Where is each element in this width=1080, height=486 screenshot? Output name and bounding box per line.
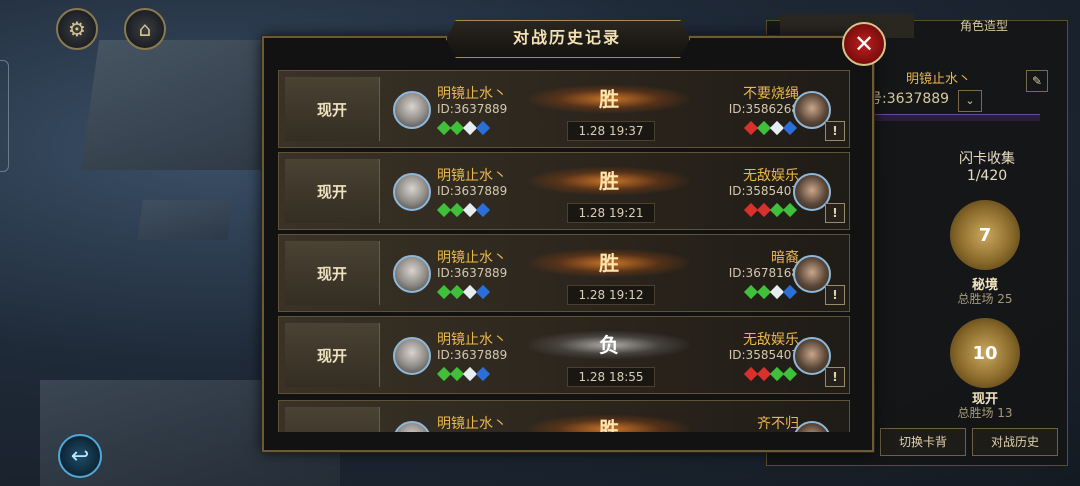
match-time: 1.28 18:55 bbox=[567, 367, 655, 387]
player-id: ID:3637889 bbox=[437, 184, 508, 198]
player-avatar[interactable] bbox=[393, 173, 431, 211]
live-open-badge[interactable]: 10 bbox=[950, 318, 1020, 388]
opponent-name: 无敌娱乐 bbox=[743, 332, 799, 348]
switch-card-back-button[interactable]: 切换卡背 bbox=[880, 428, 966, 456]
close-button[interactable]: ✕ bbox=[842, 22, 886, 66]
close-icon: ✕ bbox=[853, 30, 875, 58]
element-gem bbox=[782, 120, 798, 136]
element-gem bbox=[475, 202, 491, 218]
profile-progress-bar bbox=[870, 114, 1040, 121]
opponent-name: 不要烧绳 bbox=[743, 86, 799, 102]
opponent-element-gems bbox=[743, 366, 798, 382]
match-mode-label: 现开 bbox=[285, 159, 380, 223]
player-id: ID:3637889 bbox=[437, 266, 508, 280]
back-button[interactable]: ↩ bbox=[58, 434, 102, 478]
player-id: ID:3637889 bbox=[437, 102, 508, 116]
player-name: 明镜止水丶 bbox=[437, 250, 507, 266]
player-element-gems bbox=[436, 366, 491, 382]
profile-player-name: 明镜止水丶 bbox=[906, 72, 972, 87]
report-icon[interactable]: ! bbox=[825, 121, 845, 141]
player-name: 明镜止水丶 bbox=[437, 168, 507, 184]
dialog-title: 对战历史记录 bbox=[512, 28, 621, 47]
match-history-button[interactable]: 对战历史 bbox=[972, 428, 1058, 456]
edit-icon[interactable]: ✎ bbox=[1026, 70, 1048, 92]
opponent-id: ID:3586268 bbox=[728, 102, 799, 116]
home-button[interactable]: ⌂ bbox=[124, 8, 166, 50]
element-gem bbox=[782, 366, 798, 382]
match-result: 胜 bbox=[529, 85, 689, 113]
element-gem bbox=[475, 120, 491, 136]
flash-card-value: 1/420 bbox=[966, 168, 1008, 184]
profile-player-id: 号:3637889 bbox=[868, 91, 950, 107]
match-row[interactable]: 现开 明镜止水丶 ID:3637889 胜 1.28 19:21 无敌娱乐 ID:35854… bbox=[278, 152, 850, 230]
settings-button[interactable]: ⚙ bbox=[56, 8, 98, 50]
match-time: 1.28 19:37 bbox=[567, 121, 655, 141]
badge-level: 7 bbox=[978, 224, 992, 246]
player-name: 明镜止水丶 bbox=[437, 86, 507, 102]
background-rock bbox=[137, 200, 233, 240]
badge-level: 10 bbox=[972, 342, 998, 364]
opponent-id: ID:3585407 bbox=[728, 184, 799, 198]
match-result: 负 bbox=[529, 331, 689, 359]
match-result: 胜 bbox=[529, 415, 689, 432]
element-gem bbox=[782, 284, 798, 300]
mystic-realm-badge[interactable]: 7 bbox=[950, 200, 1020, 270]
player-avatar[interactable] bbox=[393, 91, 431, 129]
report-icon[interactable]: ! bbox=[825, 285, 845, 305]
element-gem bbox=[475, 366, 491, 382]
match-row[interactable]: 现开 明镜止水丶 ID:3637889 胜 1.28 19:37 不要烧绳 ID:35862… bbox=[278, 70, 850, 148]
player-avatar[interactable] bbox=[393, 421, 431, 432]
player-id: ID:3637889 bbox=[437, 348, 508, 362]
element-gem bbox=[782, 202, 798, 218]
element-gem bbox=[475, 284, 491, 300]
match-result: 胜 bbox=[529, 167, 689, 195]
match-row[interactable]: 现开 明镜止水丶 ID:3637889 负 1.28 18:55 无敌娱乐 ID:35854… bbox=[278, 316, 850, 394]
player-name: 明镜止水丶 bbox=[437, 416, 507, 432]
match-time: 1.28 19:12 bbox=[567, 285, 655, 305]
side-handle[interactable] bbox=[0, 60, 9, 172]
report-icon[interactable]: ! bbox=[825, 203, 845, 223]
match-mode-label bbox=[285, 407, 380, 432]
player-element-gems bbox=[436, 120, 491, 136]
tab-character[interactable]: 角色造型 bbox=[916, 14, 1052, 38]
match-time: 1.28 19:21 bbox=[567, 203, 655, 223]
opponent-element-gems bbox=[743, 202, 798, 218]
match-mode-label: 现开 bbox=[285, 77, 380, 141]
player-element-gems bbox=[436, 202, 491, 218]
home-icon: ⌂ bbox=[138, 17, 152, 41]
gear-icon: ⚙ bbox=[68, 17, 86, 41]
opponent-element-gems bbox=[743, 120, 798, 136]
badge-wins: 总胜场 13 bbox=[957, 406, 1013, 420]
match-row[interactable]: 明镜止水丶 胜 齐不归 bbox=[278, 400, 850, 432]
back-arrow-icon: ↩ bbox=[70, 443, 90, 469]
player-element-gems bbox=[436, 284, 491, 300]
opponent-id: ID:3585407 bbox=[728, 348, 799, 362]
opponent-element-gems bbox=[743, 284, 798, 300]
opponent-name: 无敌娱乐 bbox=[743, 168, 799, 184]
player-avatar[interactable] bbox=[393, 337, 431, 375]
match-list[interactable]: 现开 明镜止水丶 ID:3637889 胜 1.28 19:37 不要烧绳 ID:35862… bbox=[278, 70, 850, 432]
badge-wins: 总胜场 25 bbox=[957, 292, 1013, 306]
opponent-name: 齐不归 bbox=[757, 416, 799, 432]
flash-card-label: 闪卡收集 bbox=[959, 151, 1015, 167]
chevron-down-icon[interactable]: ⌄ bbox=[958, 90, 982, 112]
report-icon[interactable]: ! bbox=[825, 367, 845, 387]
player-avatar[interactable] bbox=[393, 255, 431, 293]
match-mode-label: 现开 bbox=[285, 323, 380, 387]
opponent-id: ID:3678168 bbox=[728, 266, 799, 280]
match-result: 胜 bbox=[529, 249, 689, 277]
match-row[interactable]: 现开 明镜止水丶 ID:3637889 胜 1.28 19:12 暗裔 ID:3678168… bbox=[278, 234, 850, 312]
match-mode-label: 现开 bbox=[285, 241, 380, 305]
player-name: 明镜止水丶 bbox=[437, 332, 507, 348]
